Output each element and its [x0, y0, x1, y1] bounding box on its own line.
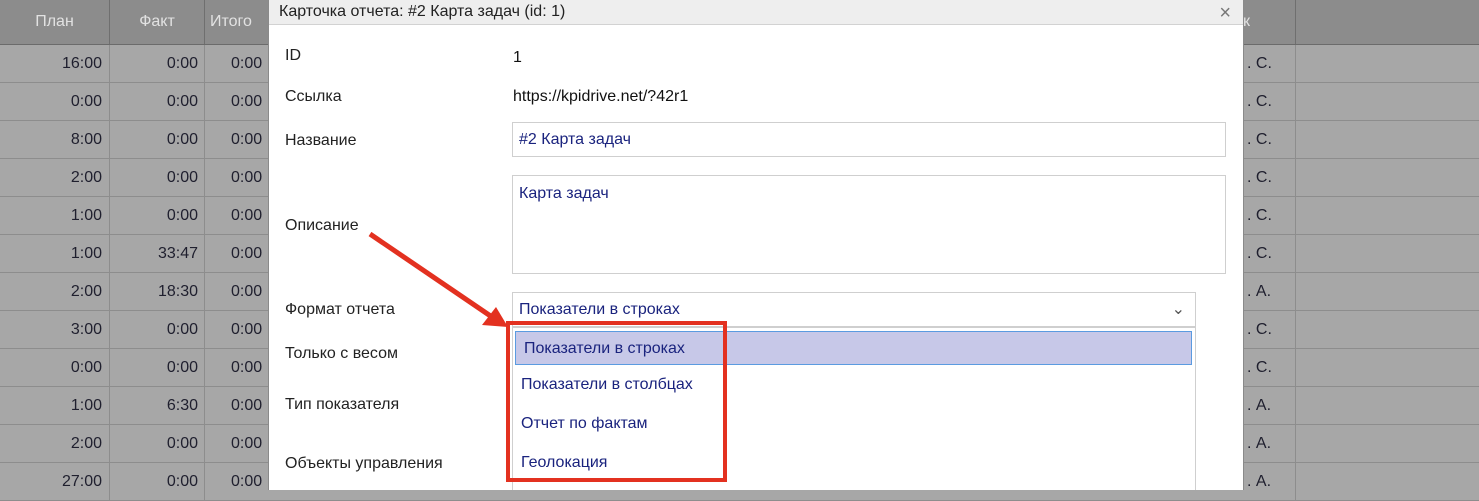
- arrow-line: [368, 231, 494, 320]
- arrow-annotation: [368, 231, 508, 327]
